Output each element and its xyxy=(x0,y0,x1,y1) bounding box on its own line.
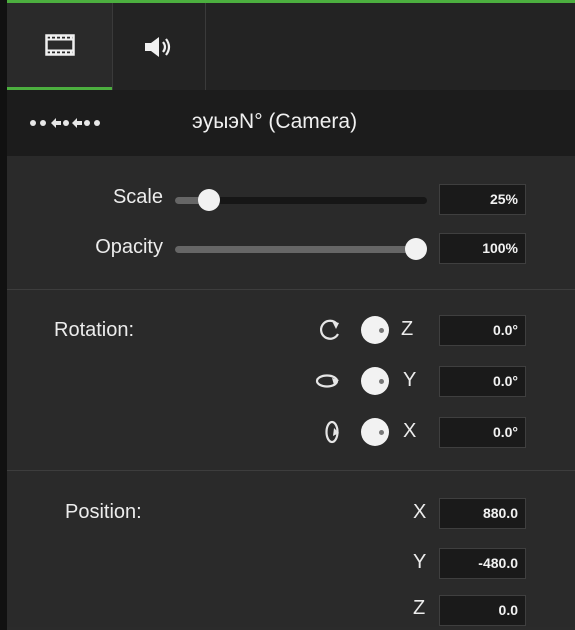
opacity-slider-fill xyxy=(175,246,416,253)
position-label: Position: xyxy=(65,501,142,523)
properties-panel: эуыэN° (Camera) Scale 25% Opacity 100% R… xyxy=(0,0,575,630)
rotate-x-value-field[interactable]: 0.0° xyxy=(439,417,526,448)
scale-value-field[interactable]: 25% xyxy=(439,184,526,215)
media-header: эуыэN° (Camera) xyxy=(7,90,575,156)
opacity-label: Opacity xyxy=(95,236,163,258)
rotate-z-axis-label: Z xyxy=(401,318,414,340)
position-z-value-field[interactable]: 0.0 xyxy=(439,595,526,626)
position-y-value-field[interactable]: -480.0 xyxy=(439,548,526,579)
position-z-axis-label: Z xyxy=(413,597,426,619)
rotate-y-icon xyxy=(315,374,339,388)
rotate-x-dial[interactable] xyxy=(361,418,389,446)
position-x-value-field[interactable]: 880.0 xyxy=(439,498,526,529)
rotation-label: Rotation: xyxy=(54,319,135,341)
speaker-icon xyxy=(145,36,171,57)
scale-slider-knob[interactable] xyxy=(198,189,220,211)
rotate-x-icon xyxy=(325,420,339,444)
tab-visual-properties[interactable] xyxy=(7,3,112,90)
rotate-z-icon xyxy=(319,319,339,340)
film-icon xyxy=(44,34,75,56)
position-y-axis-label: Y xyxy=(413,551,427,573)
rotate-x-axis-label: X xyxy=(403,420,417,442)
rotate-y-dial[interactable] xyxy=(361,367,389,395)
opacity-slider-knob[interactable] xyxy=(405,238,427,260)
drag-grip-icon[interactable] xyxy=(29,112,105,134)
rotate-z-dial[interactable] xyxy=(361,316,389,344)
properties-tab-bar xyxy=(7,3,575,91)
media-title: эуыэN° (Camera) xyxy=(192,110,358,133)
rotate-z-value-field[interactable]: 0.0° xyxy=(439,315,526,346)
scale-slider[interactable] xyxy=(175,188,427,212)
position-section: Position: X 880.0 Y -480.0 Z 0.0 xyxy=(7,471,575,630)
opacity-value-field[interactable]: 100% xyxy=(439,233,526,264)
scale-opacity-section: Scale 25% Opacity 100% xyxy=(7,156,575,290)
position-x-axis-label: X xyxy=(413,501,427,523)
tab-audio-properties[interactable] xyxy=(112,3,206,90)
rotate-y-value-field[interactable]: 0.0° xyxy=(439,366,526,397)
rotation-section: Rotation: Z 0.0° Y 0.0° X 0.0° xyxy=(7,290,575,471)
opacity-slider[interactable] xyxy=(175,237,427,261)
scale-label: Scale xyxy=(112,186,163,208)
rotate-y-axis-label: Y xyxy=(403,369,417,391)
